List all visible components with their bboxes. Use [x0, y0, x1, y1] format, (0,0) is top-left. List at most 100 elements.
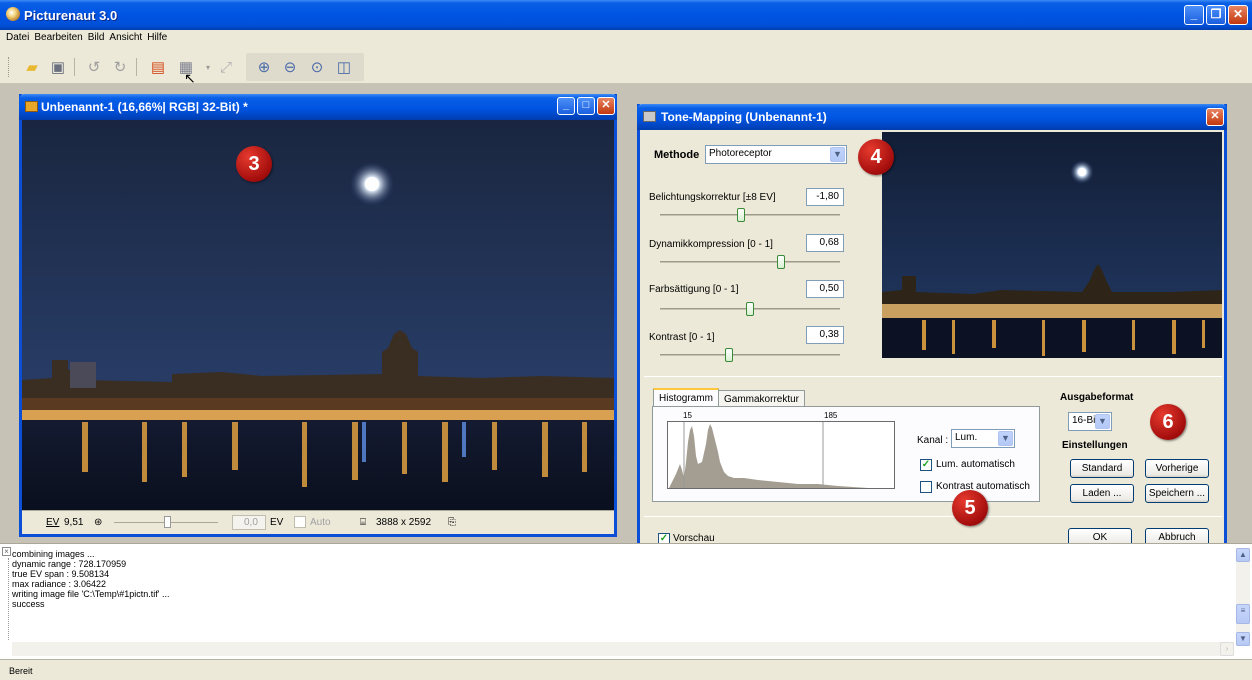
- undo-icon[interactable]: ↺: [84, 57, 104, 77]
- tab-histogramm[interactable]: Histogramm: [653, 388, 719, 406]
- exposure-slider-thumb[interactable]: [737, 208, 746, 222]
- einstellungen-label: Einstellungen: [1062, 440, 1128, 451]
- toolbar-separator: [74, 58, 75, 76]
- dynamics-slider-thumb[interactable]: [776, 255, 785, 269]
- zoom-in-icon[interactable]: ⊕: [254, 57, 274, 77]
- contrast-input[interactable]: 0,38: [806, 326, 844, 344]
- zoom-actual-icon[interactable]: ◫: [334, 57, 354, 77]
- dialog-title: Tone-Mapping (Unbenannt-1): [661, 110, 827, 124]
- badge-4: 4: [858, 139, 894, 175]
- image-close-button[interactable]: ✕: [597, 97, 615, 115]
- lum-auto-checkbox[interactable]: ✓: [920, 459, 932, 471]
- auto-checkbox[interactable]: [294, 516, 306, 528]
- hdr-generate-icon[interactable]: ▤: [148, 57, 168, 77]
- image-minimize-button[interactable]: _: [557, 97, 575, 115]
- dimensions-icon: ⌸: [360, 517, 366, 528]
- ev-offset-value: 0,0: [244, 517, 258, 528]
- scroll-thumb[interactable]: ≡: [1236, 604, 1250, 624]
- toolbar: ▰ ▣ ↺ ↻ ▤ ▦ ▾ ⤢ ⊕ ⊖ ⊙ ◫ ↖: [0, 48, 1252, 86]
- menu-datei[interactable]: Datei: [6, 30, 34, 48]
- night-city-photo: [22, 120, 614, 510]
- kanal-label: Kanal :: [917, 435, 949, 446]
- exposure-slider-thumb[interactable]: [164, 516, 171, 528]
- image-window-titlebar[interactable]: Unbenannt-1 (16,66%| RGB| 32-Bit) * _ □ …: [19, 94, 617, 120]
- log-horizontal-scrollbar[interactable]: ›: [12, 642, 1234, 656]
- ev-value: 9,51: [64, 517, 84, 528]
- dialog-divider: [644, 376, 1222, 377]
- hist-marker-high: 185: [824, 411, 838, 420]
- zoom-out-icon[interactable]: ⊖: [280, 57, 300, 77]
- histogram-panel: 15 185 Kanal : Lum. ▼ ✓ Lum. automatisch…: [652, 406, 1040, 502]
- badge-5: 5: [952, 490, 988, 526]
- close-button[interactable]: ✕: [1228, 5, 1248, 25]
- restore-button[interactable]: ❐: [1206, 5, 1226, 25]
- dropdown-arrow-icon[interactable]: ▾: [198, 57, 218, 77]
- log-line: dynamic range : 728.170959: [12, 559, 127, 569]
- app-titlebar: Picturenaut 3.0 _ ❐ ✕: [0, 0, 1252, 30]
- image-status-bar: EV 9,51 ⊛ 0,0 EV Auto ⌸ 3888 x 2592 ⎘: [22, 510, 614, 534]
- image-maximize-button[interactable]: □: [577, 97, 595, 115]
- lum-auto-label: Lum. automatisch: [936, 459, 1015, 470]
- badge-3: 3: [236, 146, 272, 182]
- chevron-down-icon: ▼: [830, 147, 845, 162]
- laden-button[interactable]: Laden ...: [1070, 484, 1134, 503]
- scroll-right-icon[interactable]: ›: [1220, 642, 1234, 656]
- log-vertical-scrollbar[interactable]: ▲ ≡ ▼: [1236, 548, 1250, 646]
- dialog-close-button[interactable]: ✕: [1206, 108, 1224, 126]
- image-window: Unbenannt-1 (16,66%| RGB| 32-Bit) * _ □ …: [19, 94, 617, 537]
- param-label-saturation: Farbsättigung [0 - 1]: [649, 284, 739, 295]
- menu-bearbeiten[interactable]: Bearbeiten: [34, 30, 87, 48]
- param-label-contrast: Kontrast [0 - 1]: [649, 332, 715, 343]
- auto-label: Auto: [310, 517, 331, 528]
- exposure-slider[interactable]: [660, 214, 840, 216]
- contrast-slider[interactable]: [660, 354, 840, 356]
- badge-6: 6: [1150, 404, 1186, 440]
- chevron-down-icon: ▼: [998, 431, 1013, 446]
- method-select[interactable]: Photoreceptor ▼: [705, 145, 847, 164]
- app-logo-icon: [6, 7, 20, 21]
- hdr-image-canvas[interactable]: [22, 120, 614, 510]
- menu-bild[interactable]: Bild: [88, 30, 110, 48]
- save-icon[interactable]: ▣: [48, 57, 68, 77]
- toolbar-separator: [136, 58, 137, 76]
- image-window-title: Unbenannt-1 (16,66%| RGB| 32-Bit) *: [41, 100, 248, 114]
- app-title: Picturenaut 3.0: [24, 8, 118, 23]
- open-folder-icon[interactable]: ▰: [22, 57, 42, 77]
- toolbar-grip[interactable]: [8, 57, 11, 77]
- close-icon[interactable]: ×: [2, 547, 11, 556]
- method-value: Photoreceptor: [709, 148, 772, 159]
- contrast-auto-checkbox[interactable]: [920, 481, 932, 493]
- edit-icon[interactable]: ⤢: [216, 57, 236, 77]
- status-bar: Bereit: [0, 659, 1252, 680]
- zoom-fit-icon[interactable]: ⊙: [307, 57, 327, 77]
- log-line: combining images ...: [12, 549, 95, 559]
- dynamics-input[interactable]: 0,68: [806, 234, 844, 252]
- format-select[interactable]: 16-Bit ▼: [1068, 412, 1112, 431]
- log-line: max radiance : 3.06422: [12, 579, 107, 589]
- dynamics-slider[interactable]: [660, 261, 840, 263]
- saturation-slider-thumb[interactable]: [746, 302, 754, 316]
- image-dimensions: 3888 x 2592: [376, 517, 432, 528]
- dialog-titlebar[interactable]: Tone-Mapping (Unbenannt-1) ✕: [637, 104, 1227, 130]
- histogram-chart: [667, 421, 895, 489]
- contrast-slider-thumb[interactable]: [725, 348, 734, 362]
- speichern-button[interactable]: Speichern ...: [1145, 484, 1209, 503]
- ev-reset-icon[interactable]: ⊛: [94, 517, 102, 528]
- scroll-up-icon[interactable]: ▲: [1236, 548, 1250, 562]
- exposure-input[interactable]: -1,80: [806, 188, 844, 206]
- log-line: true EV span : 9.508134: [12, 569, 110, 579]
- log-gutter: [8, 558, 9, 640]
- vorherige-button[interactable]: Vorherige: [1145, 459, 1209, 478]
- saturation-input[interactable]: 0,50: [806, 280, 844, 298]
- hist-marker-low: 15: [683, 411, 692, 420]
- menu-hilfe[interactable]: Hilfe: [147, 30, 172, 48]
- param-label-exposure: Belichtungskorrektur [±8 EV]: [649, 192, 776, 203]
- redo-icon[interactable]: ↻: [110, 57, 130, 77]
- ausgabeformat-label: Ausgabeformat: [1060, 392, 1134, 403]
- minimize-button[interactable]: _: [1184, 5, 1204, 25]
- kanal-select[interactable]: Lum. ▼: [951, 429, 1015, 448]
- scroll-down-icon[interactable]: ▼: [1236, 632, 1250, 646]
- menu-ansicht[interactable]: Ansicht: [109, 30, 147, 48]
- tone-mapping-preview: [882, 132, 1222, 358]
- standard-button[interactable]: Standard: [1070, 459, 1134, 478]
